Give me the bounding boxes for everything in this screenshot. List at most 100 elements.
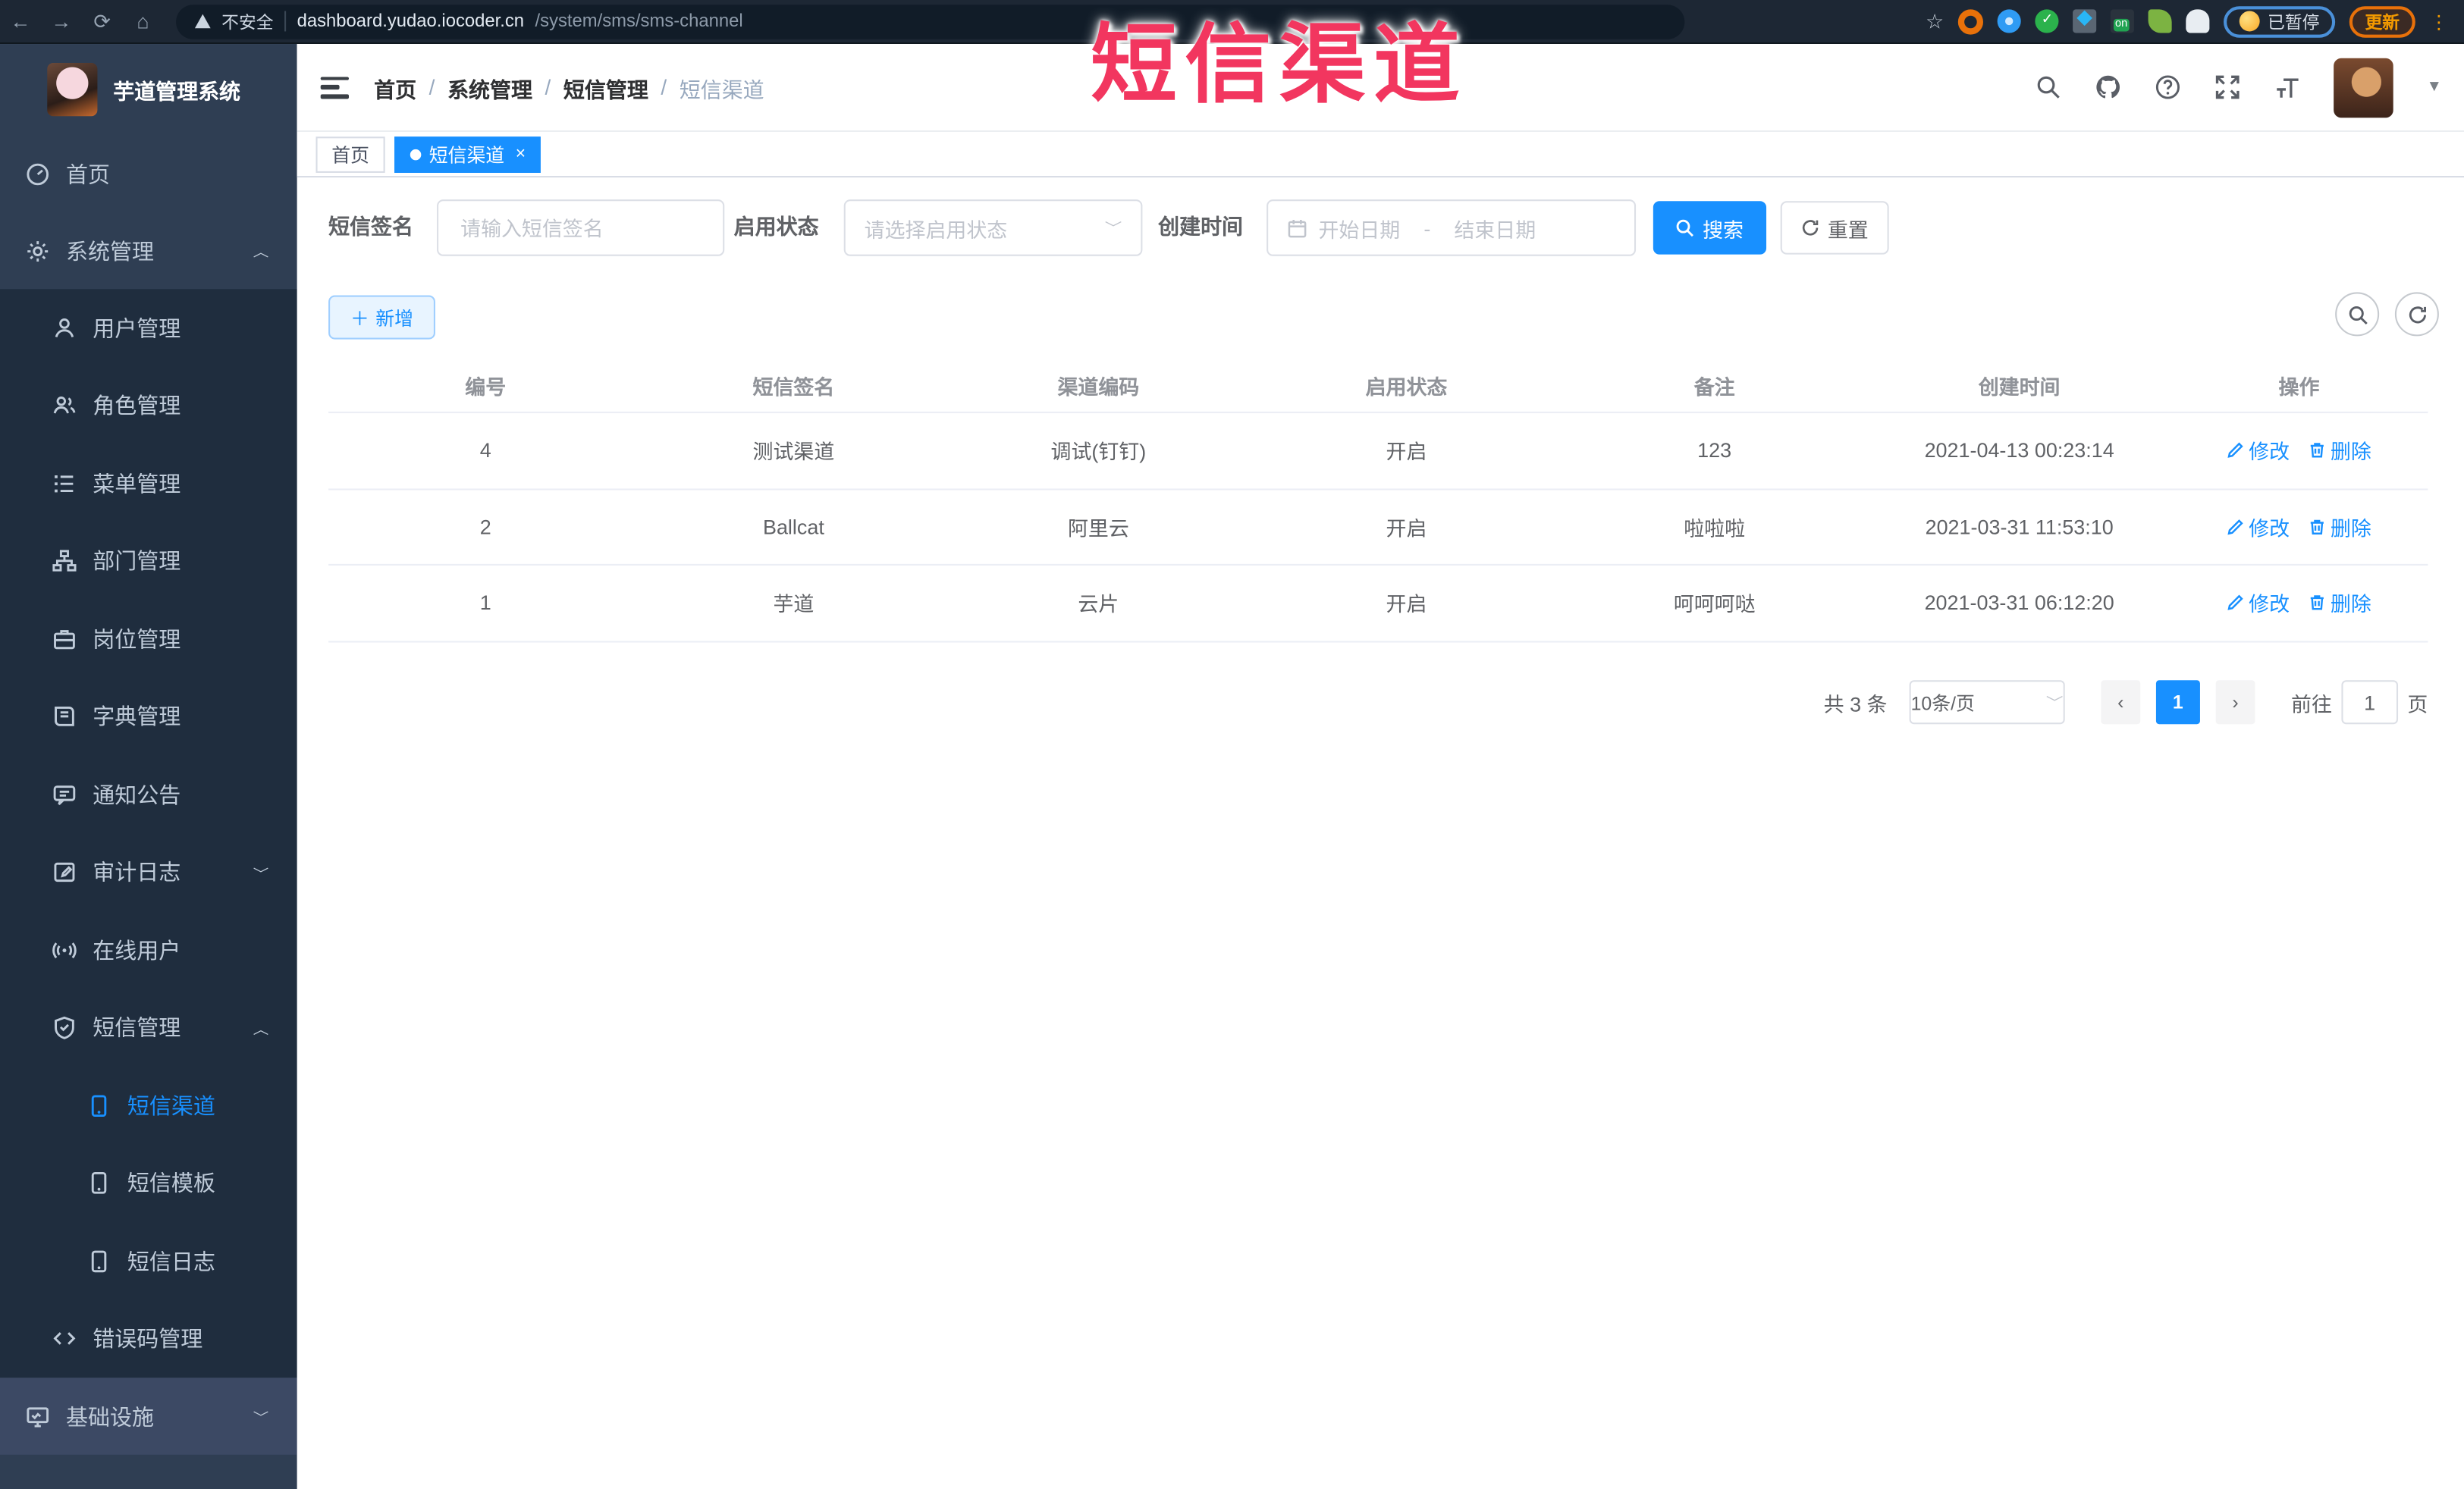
sidebar-item-sms-template[interactable]: 短信模板 xyxy=(0,1145,297,1223)
table-row: 1 芋道 云片 开启 呵呵呵哒 2021-03-31 06:12:20 修改 删… xyxy=(328,566,2428,642)
reload-icon[interactable]: ⟳ xyxy=(82,8,123,33)
extension-icon-donut[interactable] xyxy=(1957,8,1983,34)
col-created: 创建时间 xyxy=(1978,375,2061,399)
col-remark: 备注 xyxy=(1693,375,1735,399)
sidebar-item-infra[interactable]: 基础设施 ﹀ xyxy=(0,1378,297,1455)
status-select[interactable]: 请选择启用状态 ﹀ xyxy=(843,199,1143,256)
search-button[interactable]: 搜索 xyxy=(1653,201,1767,255)
fullscreen-icon[interactable] xyxy=(2214,74,2241,100)
col-code: 渠道编码 xyxy=(1057,375,1140,399)
extension-icon-leaf[interactable] xyxy=(2148,9,2172,33)
next-page-button[interactable]: › xyxy=(2215,680,2255,725)
sidebar-item-users[interactable]: 用户管理 xyxy=(0,289,297,367)
delete-button[interactable]: 删除 xyxy=(2309,588,2371,617)
breadcrumb-system[interactable]: 系统管理 xyxy=(447,71,532,102)
trash-icon xyxy=(2310,519,2324,534)
status-text: 开启 xyxy=(1386,592,1427,616)
prev-page-button[interactable]: ‹ xyxy=(2101,680,2141,725)
browser-toolbar: ← → ⟳ ⌂ 不安全 dashboard.yudao.iocoder.cn/s… xyxy=(0,0,2464,45)
chevron-up-icon: ︿ xyxy=(253,1023,269,1038)
home-icon[interactable]: ⌂ xyxy=(123,9,164,33)
emoji-extension-icon xyxy=(2239,11,2260,32)
github-icon[interactable] xyxy=(2095,74,2121,100)
sidebar-item-sms-channel[interactable]: 短信渠道 xyxy=(0,1067,297,1145)
app-logo xyxy=(47,62,98,117)
search-icon xyxy=(2348,305,2367,324)
delete-button[interactable]: 删除 xyxy=(2309,512,2371,541)
list-icon xyxy=(55,475,74,492)
pagination: 共 3 条 10条/页 ﹀ ‹ 1 › 前往 页 xyxy=(328,680,2428,725)
status-text: 开启 xyxy=(1386,440,1427,464)
bookmark-star-icon[interactable]: ☆ xyxy=(1926,8,1944,33)
extension-icon-ghost[interactable] xyxy=(2186,9,2210,33)
phone-icon xyxy=(91,1250,107,1272)
chrome-update-button[interactable]: 更新 xyxy=(2349,5,2415,37)
font-size-icon[interactable] xyxy=(2274,74,2301,100)
address-bar[interactable]: 不安全 dashboard.yudao.iocoder.cn/system/sm… xyxy=(176,4,1685,39)
shield-icon xyxy=(55,1017,74,1040)
page-1-button[interactable]: 1 xyxy=(2155,680,2200,725)
sidebar-item-system[interactable]: 系统管理 ︿ xyxy=(0,212,297,290)
app-title: 芋道管理系统 xyxy=(113,80,241,104)
security-label[interactable]: 不安全 xyxy=(221,8,273,33)
active-dot xyxy=(410,148,422,160)
monitor-icon xyxy=(27,1406,49,1427)
add-button[interactable]: ＋ 新增 xyxy=(328,295,435,340)
not-secure-icon xyxy=(194,14,211,29)
breadcrumb-home[interactable]: 首页 xyxy=(374,71,416,102)
date-range-picker[interactable]: 开始日期 - 结束日期 xyxy=(1267,199,1637,256)
breadcrumb-sms[interactable]: 短信管理 xyxy=(563,71,648,102)
forward-icon[interactable]: → xyxy=(41,9,82,33)
chrome-menu-icon[interactable]: ⋮ xyxy=(2429,10,2448,32)
system-submenu: 用户管理 角色管理 菜单管理 部门管理 岗位管理 字典管理 通知公告 审计日志 … xyxy=(0,289,297,1378)
search-icon[interactable] xyxy=(2036,74,2062,100)
extension-icon-check[interactable] xyxy=(2035,9,2059,33)
tab-home[interactable]: 首页 xyxy=(315,136,385,172)
sidebar-item-departments[interactable]: 部门管理 xyxy=(0,522,297,600)
pencil-icon xyxy=(2227,443,2243,459)
sidebar-item-menus[interactable]: 菜单管理 xyxy=(0,444,297,522)
extension-icon-on-badge[interactable] xyxy=(2110,9,2134,33)
goto-page-input[interactable] xyxy=(2341,680,2398,725)
dashboard-icon xyxy=(27,162,49,185)
users-icon xyxy=(53,397,76,414)
sidebar-item-notices[interactable]: 通知公告 xyxy=(0,756,297,834)
sidebar-item-sms-log[interactable]: 短信日志 xyxy=(0,1222,297,1300)
caret-down-icon[interactable]: ▼ xyxy=(2427,79,2443,96)
tags-view: 首页 短信渠道 × xyxy=(297,132,2464,178)
edit-button[interactable]: 修改 xyxy=(2227,512,2290,541)
tab-sms-channel[interactable]: 短信渠道 × xyxy=(394,136,541,172)
sidebar-item-dicts[interactable]: 字典管理 xyxy=(0,678,297,756)
help-icon[interactable] xyxy=(2155,74,2181,100)
sidebar-item-posts[interactable]: 岗位管理 xyxy=(0,600,297,679)
page-size-select[interactable]: 10条/页 ﹀ xyxy=(1909,680,2065,725)
toggle-search-button[interactable] xyxy=(2335,292,2380,337)
org-tree-icon xyxy=(52,550,77,572)
pencil-icon xyxy=(2227,595,2243,611)
close-icon[interactable]: × xyxy=(516,145,526,164)
reset-button[interactable]: 重置 xyxy=(1780,201,1889,255)
table-toolbar: ＋ 新增 xyxy=(297,287,2464,356)
avatar[interactable] xyxy=(2334,57,2394,118)
hamburger-icon[interactable] xyxy=(320,76,350,99)
sidebar-item-audit-logs[interactable]: 审计日志 ﹀ xyxy=(0,833,297,911)
refresh-table-button[interactable] xyxy=(2394,292,2439,337)
extension-icon-pin[interactable] xyxy=(1997,9,2021,33)
edit-button[interactable]: 修改 xyxy=(2227,588,2290,617)
delete-button[interactable]: 删除 xyxy=(2309,435,2371,465)
sidebar-item-online-users[interactable]: 在线用户 xyxy=(0,911,297,989)
edit-button[interactable]: 修改 xyxy=(2227,435,2290,465)
sidebar-item-error-codes[interactable]: 错误码管理 xyxy=(0,1300,297,1378)
extension-icon-slides[interactable] xyxy=(2073,9,2097,33)
paused-extension-pill[interactable]: 已暂停 xyxy=(2224,5,2336,37)
sidebar-item-roles[interactable]: 角色管理 xyxy=(0,367,297,445)
sidebar-item-home[interactable]: 首页 xyxy=(0,135,297,212)
chevron-down-icon: ﹀ xyxy=(253,1412,269,1426)
back-icon[interactable]: ← xyxy=(0,9,41,33)
col-status: 启用状态 xyxy=(1365,375,1448,399)
code-icon xyxy=(53,1332,76,1346)
app-logo-row[interactable]: 芋道管理系统 xyxy=(0,44,297,135)
sidebar-item-sms[interactable]: 短信管理 ︿ xyxy=(0,989,297,1067)
phone-icon xyxy=(91,1172,107,1195)
sign-input[interactable] xyxy=(437,199,725,256)
